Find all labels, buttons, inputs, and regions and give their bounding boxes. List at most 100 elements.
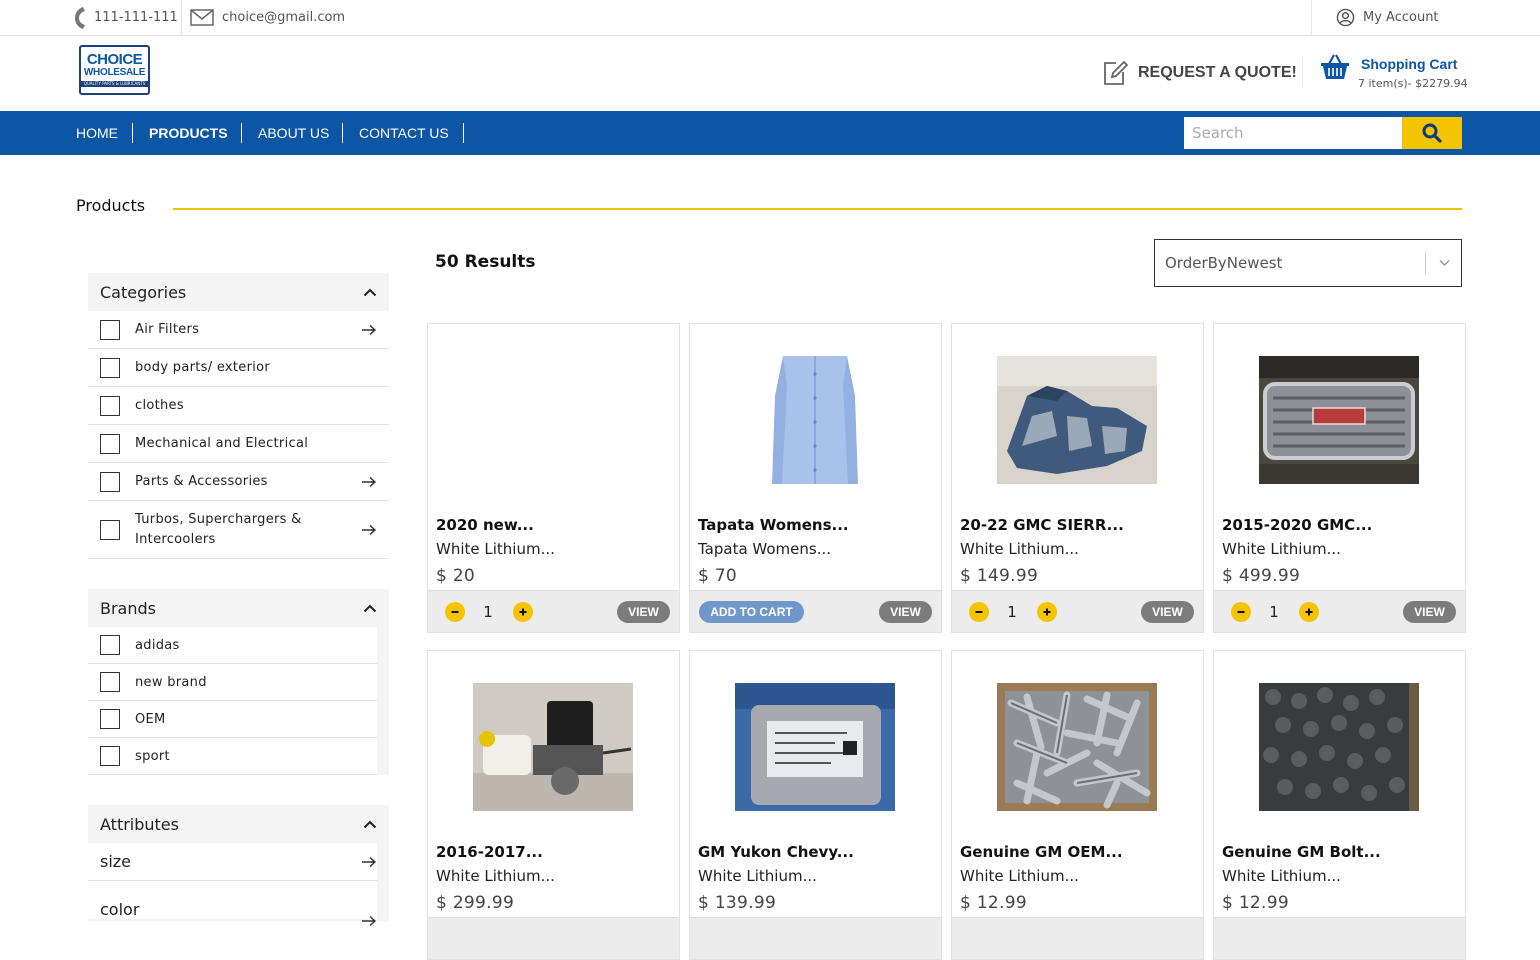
my-account-label: My Account <box>1363 10 1439 25</box>
product-image[interactable] <box>735 356 895 484</box>
basket-icon[interactable] <box>1320 53 1350 81</box>
card-actions: 1 VIEW <box>1214 590 1465 632</box>
attribute-size[interactable]: size <box>88 843 377 881</box>
card-actions <box>690 917 941 959</box>
category-checkbox[interactable] <box>100 433 120 454</box>
chevron-up-icon[interactable] <box>363 604 377 613</box>
product-card[interactable]: 20-22 GMC SIERR... White Lithium... $ 14… <box>951 323 1204 633</box>
search-button[interactable] <box>1402 117 1462 149</box>
view-button[interactable]: VIEW <box>879 601 932 623</box>
brand-checkbox[interactable] <box>100 672 120 692</box>
view-button[interactable]: VIEW <box>617 601 670 623</box>
category-item[interactable]: Parts & Accessories <box>88 463 389 501</box>
add-to-cart-button[interactable]: ADD TO CART <box>699 601 804 623</box>
brand-item[interactable]: OEM <box>88 701 377 738</box>
minus-icon <box>975 611 983 613</box>
product-card[interactable]: 2016-2017... White Lithium... $ 299.99 <box>427 650 680 960</box>
brand-checkbox[interactable] <box>100 635 120 655</box>
category-checkbox[interactable] <box>100 519 120 540</box>
nav-contact-us[interactable]: CONTACT US <box>359 111 449 155</box>
brand-checkbox[interactable] <box>100 709 120 729</box>
main-nav: HOME PRODUCTS ABOUT US CONTACT US <box>0 111 1540 155</box>
category-item[interactable]: Air Filters <box>88 311 389 349</box>
product-name[interactable]: 20-22 GMC SIERR... <box>960 516 1200 534</box>
categories-header[interactable]: Categories <box>88 273 389 311</box>
logo[interactable]: CHOICE WHOLESALE QUALITY PARTS & LUBRICA… <box>79 45 150 95</box>
chevron-up-icon[interactable] <box>363 820 377 829</box>
product-name[interactable]: Tapata Womens... <box>698 516 938 534</box>
product-name[interactable]: 2016-2017... <box>436 843 676 861</box>
category-label: Parts & Accessories <box>135 474 268 489</box>
quantity-value[interactable]: 1 <box>478 603 498 621</box>
product-image[interactable] <box>473 683 633 811</box>
product-card[interactable]: Tapata Womens... Tapata Womens... $ 70 A… <box>689 323 942 633</box>
request-quote-link[interactable]: REQUEST A QUOTE! <box>1102 58 1297 88</box>
category-checkbox[interactable] <box>100 471 120 492</box>
product-name[interactable]: GM Yukon Chevy... <box>698 843 938 861</box>
phone-contact[interactable]: 111-111-111 <box>74 0 178 35</box>
attributes-header[interactable]: Attributes <box>88 805 389 843</box>
product-image[interactable] <box>473 356 633 484</box>
product-name[interactable]: Genuine GM Bolt... <box>1222 843 1462 861</box>
product-card[interactable]: 2015-2020 GMC... White Lithium... $ 499.… <box>1213 323 1466 633</box>
arrow-right-icon[interactable] <box>361 856 377 868</box>
product-card[interactable]: GM Yukon Chevy... White Lithium... $ 139… <box>689 650 942 960</box>
product-price: $ 499.99 <box>1222 566 1301 586</box>
sort-select[interactable]: OrderByNewest <box>1154 239 1462 287</box>
category-item[interactable]: Turbos, Superchargers & Intercoolers <box>88 501 389 559</box>
category-item[interactable]: clothes <box>88 387 389 425</box>
category-label: Turbos, Superchargers & Intercoolers <box>135 511 302 547</box>
brands-header[interactable]: Brands <box>88 589 389 627</box>
product-name[interactable]: 2020 new... <box>436 516 676 534</box>
nav-products[interactable]: PRODUCTS <box>149 111 228 155</box>
category-item[interactable]: body parts/ exterior <box>88 349 389 387</box>
quantity-decrease-button[interactable] <box>969 602 989 622</box>
attribute-color[interactable]: color <box>88 881 377 927</box>
category-checkbox[interactable] <box>100 395 120 416</box>
category-item[interactable]: Mechanical and Electrical <box>88 425 389 463</box>
my-account-link[interactable]: My Account <box>1336 0 1439 35</box>
product-card[interactable]: Genuine GM Bolt... White Lithium... $ 12… <box>1213 650 1466 960</box>
product-image[interactable] <box>735 683 895 811</box>
product-card[interactable]: 2020 new... White Lithium... $ 20 1 VIEW <box>427 323 680 633</box>
product-image[interactable] <box>1259 356 1419 484</box>
product-subtitle: White Lithium... <box>1222 867 1341 885</box>
product-image[interactable] <box>1259 683 1419 811</box>
chevron-up-icon[interactable] <box>363 288 377 297</box>
arrow-right-icon[interactable] <box>361 476 377 488</box>
minus-icon <box>451 611 459 613</box>
plus-icon <box>519 608 527 616</box>
view-button[interactable]: VIEW <box>1403 601 1456 623</box>
category-checkbox[interactable] <box>100 319 120 340</box>
product-name[interactable]: 2015-2020 GMC... <box>1222 516 1462 534</box>
quantity-increase-button[interactable] <box>1299 602 1319 622</box>
quantity-value[interactable]: 1 <box>1264 603 1284 621</box>
brand-item[interactable]: sport <box>88 738 377 775</box>
attribute-label: color <box>100 899 140 919</box>
search-input[interactable] <box>1184 117 1402 149</box>
quantity-decrease-button[interactable] <box>1231 602 1251 622</box>
product-price: $ 299.99 <box>436 893 515 913</box>
nav-about-us[interactable]: ABOUT US <box>258 111 329 155</box>
brand-item[interactable]: adidas <box>88 627 377 664</box>
quantity-increase-button[interactable] <box>1037 602 1057 622</box>
quantity-increase-button[interactable] <box>513 602 533 622</box>
arrow-right-icon[interactable] <box>361 524 377 536</box>
product-card[interactable]: Genuine GM OEM... White Lithium... $ 12.… <box>951 650 1204 960</box>
brand-item[interactable]: new brand <box>88 664 377 701</box>
arrow-right-icon[interactable] <box>361 915 377 927</box>
product-name[interactable]: Genuine GM OEM... <box>960 843 1200 861</box>
email-contact[interactable]: choice@gmail.com <box>190 0 345 35</box>
quantity-value[interactable]: 1 <box>1002 603 1022 621</box>
view-button[interactable]: VIEW <box>1141 601 1194 623</box>
product-subtitle: White Lithium... <box>960 867 1079 885</box>
arrow-right-icon[interactable] <box>361 324 377 336</box>
shopping-cart-link[interactable]: Shopping Cart <box>1361 56 1457 72</box>
product-price: $ 12.99 <box>1222 893 1289 913</box>
brand-checkbox[interactable] <box>100 746 120 766</box>
nav-home[interactable]: HOME <box>76 111 118 155</box>
quantity-decrease-button[interactable] <box>445 602 465 622</box>
product-image[interactable] <box>997 683 1157 811</box>
category-checkbox[interactable] <box>100 357 120 378</box>
product-image[interactable] <box>997 356 1157 484</box>
